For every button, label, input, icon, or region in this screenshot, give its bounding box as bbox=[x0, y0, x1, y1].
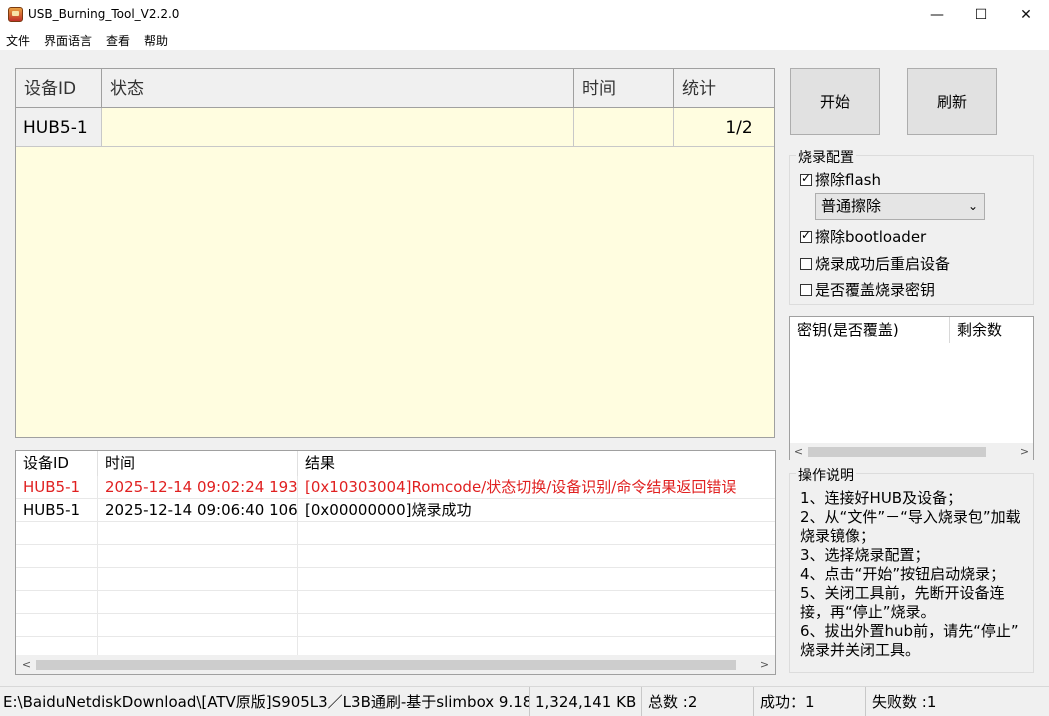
app-icon bbox=[8, 7, 23, 22]
log-result-header[interactable]: 结果 bbox=[298, 451, 775, 476]
log-row[interactable]: HUB5-1 2025-12-14 09:02:24 193 [0x103030… bbox=[16, 476, 775, 499]
log-row-empty bbox=[16, 522, 775, 545]
scrollbar-thumb[interactable] bbox=[808, 447, 986, 457]
device-time-cell[interactable] bbox=[574, 108, 674, 147]
menu-help[interactable]: 帮助 bbox=[144, 32, 168, 49]
stats-header[interactable]: 统计 bbox=[674, 69, 774, 108]
instruction-line: 1、连接好HUB及设备； bbox=[800, 489, 963, 507]
remaining-header[interactable]: 剩余数 bbox=[950, 317, 1033, 343]
log-time: 2025-12-14 09:06:40 106 bbox=[98, 499, 298, 522]
key-table-scrollbar[interactable]: < > bbox=[790, 443, 1033, 460]
maximize-button[interactable]: ☐ bbox=[958, 0, 1004, 30]
device-stats-cell[interactable]: 1/2 bbox=[674, 108, 774, 147]
menu-file[interactable]: 文件 bbox=[6, 32, 30, 49]
log-cell-empty bbox=[98, 522, 298, 545]
success-count: 成功：1 bbox=[754, 687, 866, 716]
window-title: USB_Burning_Tool_V2.2.0 bbox=[28, 7, 180, 21]
log-cell-empty bbox=[98, 591, 298, 614]
log-row-empty bbox=[16, 591, 775, 614]
chevron-left-icon[interactable]: < bbox=[18, 656, 35, 673]
log-cell-empty bbox=[16, 545, 98, 568]
failed-count: 失败数 :1 bbox=[872, 693, 937, 711]
log-result: [0x00000000]烧录成功 bbox=[305, 501, 472, 519]
total-count: 总数 :2 bbox=[642, 687, 754, 716]
package-size: 1,324,141 KB bbox=[530, 687, 642, 716]
overwrite-key-checkbox[interactable]: 是否覆盖烧录密钥 bbox=[800, 279, 935, 300]
log-cell-empty bbox=[16, 614, 98, 637]
log-cell-empty bbox=[16, 568, 98, 591]
chevron-down-icon: ⌄ bbox=[967, 199, 978, 213]
log-cell-empty bbox=[98, 637, 298, 655]
checkbox-unchecked-icon[interactable] bbox=[800, 258, 812, 270]
time-header[interactable]: 时间 bbox=[574, 69, 674, 108]
log-device-id-header[interactable]: 设备ID bbox=[16, 451, 98, 476]
chevron-right-icon[interactable]: > bbox=[756, 656, 773, 673]
device-table[interactable]: 设备ID 状态 时间 统计 HUB5-1 1/2 bbox=[15, 68, 775, 438]
scrollbar-thumb[interactable] bbox=[36, 660, 736, 670]
log-cell-empty bbox=[16, 637, 98, 655]
menu-bar: 文件 界面语言 查看 帮助 bbox=[0, 30, 1049, 50]
instruction-line: 3、选择烧录配置； bbox=[800, 546, 930, 564]
start-button[interactable]: 开始 bbox=[790, 68, 880, 135]
status-header[interactable]: 状态 bbox=[102, 69, 574, 108]
log-table[interactable]: 设备ID 时间 结果 HUB5-1 2025-12-14 09:02:24 19… bbox=[15, 450, 776, 675]
log-cell-empty bbox=[98, 568, 298, 591]
erase-mode-value: 普通擦除 bbox=[821, 197, 882, 215]
instruction-line: 烧录并关闭工具。 bbox=[800, 641, 921, 659]
log-cell-empty bbox=[98, 614, 298, 637]
status-bar: E:\BaiduNetdiskDownload\[ATV原版]S905L3／L3… bbox=[0, 686, 1049, 716]
burn-config-title: 烧录配置 bbox=[796, 147, 856, 167]
instruction-line: 5、关闭工具前，先断开设备连 bbox=[800, 584, 1005, 602]
log-row-empty bbox=[16, 545, 775, 568]
log-cell-empty bbox=[16, 591, 98, 614]
log-table-scrollbar[interactable]: < > bbox=[16, 655, 775, 674]
log-row-empty bbox=[16, 568, 775, 591]
device-id-cell[interactable]: HUB5-1 bbox=[16, 108, 102, 147]
erase-mode-select[interactable]: 普通擦除 ⌄ bbox=[815, 193, 985, 220]
log-row[interactable]: HUB5-1 2025-12-14 09:06:40 106 [0x000000… bbox=[16, 499, 775, 522]
erase-flash-checkbox[interactable]: 擦除flash bbox=[800, 169, 881, 190]
erase-flash-label: 擦除flash bbox=[815, 171, 881, 189]
title-bar: USB_Burning_Tool_V2.2.0 — ☐ ✕ bbox=[0, 0, 1049, 30]
checkbox-checked-icon[interactable] bbox=[800, 228, 812, 243]
checkbox-checked-icon[interactable] bbox=[800, 171, 812, 186]
erase-bootloader-label: 擦除bootloader bbox=[815, 228, 927, 246]
instructions-title: 操作说明 bbox=[796, 465, 856, 485]
menu-language[interactable]: 界面语言 bbox=[44, 32, 92, 49]
reboot-after-label: 烧录成功后重启设备 bbox=[815, 255, 951, 273]
instructions-group: 操作说明 1、连接好HUB及设备； 2、从“文件”－“导入烧录包”加载 烧录镜像… bbox=[789, 465, 1034, 673]
chevron-right-icon[interactable]: > bbox=[1016, 443, 1033, 460]
key-header[interactable]: 密钥(是否覆盖) bbox=[790, 317, 950, 343]
device-id-header[interactable]: 设备ID bbox=[16, 69, 102, 108]
log-result: [0x10303004]Romcode/状态切换/设备识别/命令结果返回错误 bbox=[305, 478, 737, 496]
checkbox-unchecked-icon[interactable] bbox=[800, 284, 812, 296]
instruction-line: 4、点击“开始”按钮启动烧录； bbox=[800, 565, 1006, 583]
log-time: 2025-12-14 09:02:24 193 bbox=[98, 476, 298, 499]
log-cell-empty bbox=[98, 545, 298, 568]
log-row-empty bbox=[16, 614, 775, 637]
device-status-cell[interactable] bbox=[102, 108, 574, 147]
log-row-empty bbox=[16, 637, 775, 655]
refresh-button[interactable]: 刷新 bbox=[907, 68, 997, 135]
menu-view[interactable]: 查看 bbox=[106, 32, 130, 49]
log-time-header[interactable]: 时间 bbox=[98, 451, 298, 476]
log-device-id: HUB5-1 bbox=[16, 499, 98, 522]
key-table[interactable]: 密钥(是否覆盖) 剩余数 < > bbox=[789, 316, 1034, 460]
minimize-button[interactable]: — bbox=[914, 0, 960, 30]
log-device-id: HUB5-1 bbox=[16, 476, 98, 499]
instruction-line: 2、从“文件”－“导入烧录包”加载 bbox=[800, 508, 1021, 526]
instruction-line: 接，再“停止”烧录。 bbox=[800, 603, 936, 621]
chevron-left-icon[interactable]: < bbox=[790, 443, 807, 460]
instruction-line: 6、拔出外置hub前，请先“停止” bbox=[800, 622, 1019, 640]
instruction-line: 烧录镜像； bbox=[800, 527, 876, 545]
reboot-after-checkbox[interactable]: 烧录成功后重启设备 bbox=[800, 253, 950, 274]
close-button[interactable]: ✕ bbox=[1003, 0, 1049, 30]
overwrite-key-label: 是否覆盖烧录密钥 bbox=[815, 281, 936, 299]
package-path: E:\BaiduNetdiskDownload\[ATV原版]S905L3／L3… bbox=[0, 687, 530, 716]
log-cell-empty bbox=[16, 522, 98, 545]
erase-bootloader-checkbox[interactable]: 擦除bootloader bbox=[800, 226, 926, 247]
